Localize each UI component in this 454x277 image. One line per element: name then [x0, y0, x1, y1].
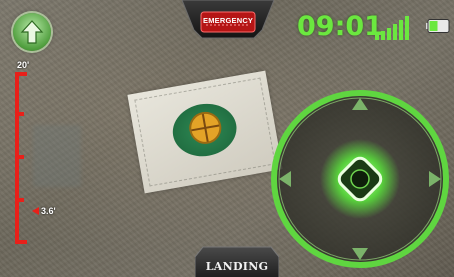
- directional-joystick[interactable]: [269, 88, 451, 270]
- altitude-scale: [15, 72, 27, 244]
- clock: 09:01: [297, 11, 383, 42]
- battery-icon: [426, 19, 450, 33]
- signal-bars-icon: [375, 16, 409, 40]
- landing-label: LANDING: [205, 260, 269, 273]
- emergency-label: EMERGENCY: [203, 16, 254, 25]
- camera-feed: EMERGENCY 09:01 20' 3.6' LANDING: [0, 0, 454, 277]
- landing-pad: [127, 70, 283, 194]
- altitude-current-marker: 3.6': [32, 206, 56, 216]
- altitude-pointer-icon: [32, 207, 39, 215]
- up-arrow-icon: [20, 20, 44, 44]
- altitude-current-label: 3.6': [41, 206, 56, 216]
- altitude-max-label: 20': [17, 60, 30, 70]
- ground-shadow: [33, 125, 81, 187]
- takeoff-button[interactable]: [13, 13, 51, 51]
